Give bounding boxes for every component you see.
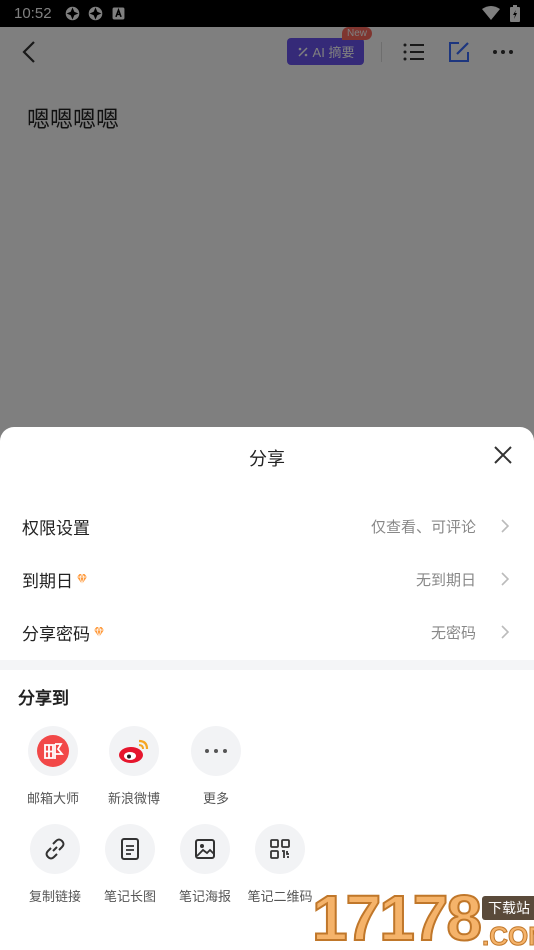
chevron-right-icon (501, 572, 510, 586)
share-target-label: 新浪微博 (107, 792, 160, 807)
link-icon (45, 838, 65, 860)
share-target-label: 笔记海报 (178, 890, 231, 905)
share-target-label: 笔记长图 (103, 890, 156, 905)
row-label-wrap: 分享密码 (22, 620, 105, 645)
watermark-tag: 下载站 (481, 896, 534, 920)
share-target-label: 邮箱大师 (26, 792, 79, 807)
sheet-title: 分享 (249, 449, 285, 470)
share-target-circle (109, 726, 159, 776)
long-image-icon (121, 838, 139, 860)
row-label: 分享密码 (22, 624, 90, 645)
row-value: 无到期日 (415, 570, 476, 589)
more-icon (205, 749, 227, 753)
share-target-poster[interactable]: 笔记海报 (165, 824, 245, 905)
weibo-icon (119, 739, 149, 763)
poster-icon (195, 839, 215, 859)
share-target-qrcode[interactable]: 笔记二维码 (240, 824, 320, 905)
share-target-circle (28, 726, 78, 776)
permission-setting-row[interactable]: 权限设置 仅查看、可评论 (0, 501, 534, 551)
row-label: 到期日 (22, 571, 73, 592)
share-target-circle (30, 824, 80, 874)
watermark-number: 17178 (311, 882, 483, 950)
share-target-circle (255, 824, 305, 874)
share-target-copy-link[interactable]: 复制链接 (15, 824, 95, 905)
share-target-long-image[interactable]: 笔记长图 (90, 824, 170, 905)
row-label: 权限设置 (22, 518, 90, 539)
share-target-label: 复制链接 (28, 890, 81, 905)
row-value: 无密码 (430, 623, 476, 642)
share-target-circle (180, 824, 230, 874)
share-target-weibo[interactable]: 新浪微博 (94, 726, 174, 807)
mail-master-icon (37, 735, 69, 767)
watermark-suffix: .COM (481, 921, 534, 950)
share-target-more[interactable]: 更多 (176, 726, 256, 807)
share-password-row[interactable]: 分享密码 无密码 (0, 607, 534, 657)
share-target-mail-master[interactable]: 邮箱大师 (13, 726, 93, 807)
share-target-label: 更多 (202, 792, 229, 807)
share-target-label: 笔记二维码 (247, 890, 313, 905)
share-sheet: 分享 权限设置 仅查看、可评论 到期日 无到期日 分享密码 无密码 分享到 邮箱… (0, 427, 534, 950)
qrcode-icon (270, 839, 290, 859)
expiry-date-row[interactable]: 到期日 无到期日 (0, 554, 534, 604)
section-divider (0, 660, 534, 670)
close-icon[interactable] (489, 441, 517, 469)
share-target-circle (105, 824, 155, 874)
row-label-wrap: 到期日 (22, 567, 88, 592)
chevron-right-icon (501, 519, 510, 533)
share-to-heading: 分享到 (18, 689, 69, 709)
site-watermark-logo: 17178 下载站 .COM (311, 882, 534, 950)
chevron-right-icon (501, 625, 510, 639)
premium-diamond-icon (94, 626, 104, 638)
row-value: 仅查看、可评论 (370, 517, 476, 536)
premium-diamond-icon (77, 573, 87, 585)
share-target-circle (191, 726, 241, 776)
watermark-right: 下载站 .COM (481, 896, 534, 950)
